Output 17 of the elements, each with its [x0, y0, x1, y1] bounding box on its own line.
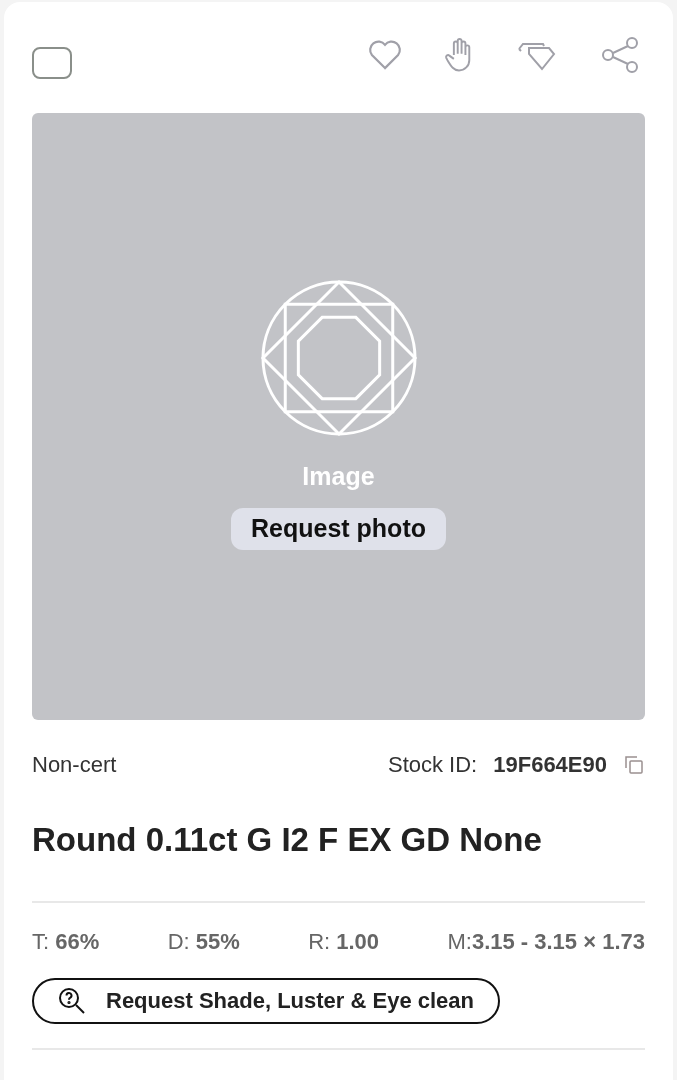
request-shade-button[interactable]: Request Shade, Luster & Eye clean	[32, 977, 501, 1024]
image-label: Image	[302, 461, 375, 492]
measurement-text: D: 55%	[167, 927, 240, 956]
copy-icon[interactable]	[623, 753, 645, 776]
cert-label: Non-cert	[32, 751, 117, 779]
measurement-text: R: 1.00	[308, 927, 380, 956]
measurement-text: M:3.15 - 3.15 × 1.73	[447, 927, 645, 956]
product-title: Round 0.11ct G I2 F EX GD None	[32, 820, 543, 860]
heart-icon[interactable]	[367, 39, 403, 71]
select-checkbox[interactable]	[32, 47, 72, 79]
stock-id-value: 19F664E90	[493, 751, 607, 779]
share-icon[interactable]	[601, 36, 641, 74]
search-question-icon	[58, 986, 86, 1015]
diamond-icon	[258, 278, 419, 438]
request-photo-button[interactable]: Request photo	[231, 507, 446, 550]
measurement-text: T: 66%	[32, 927, 100, 956]
stock-id-label: Stock ID:	[388, 751, 478, 779]
